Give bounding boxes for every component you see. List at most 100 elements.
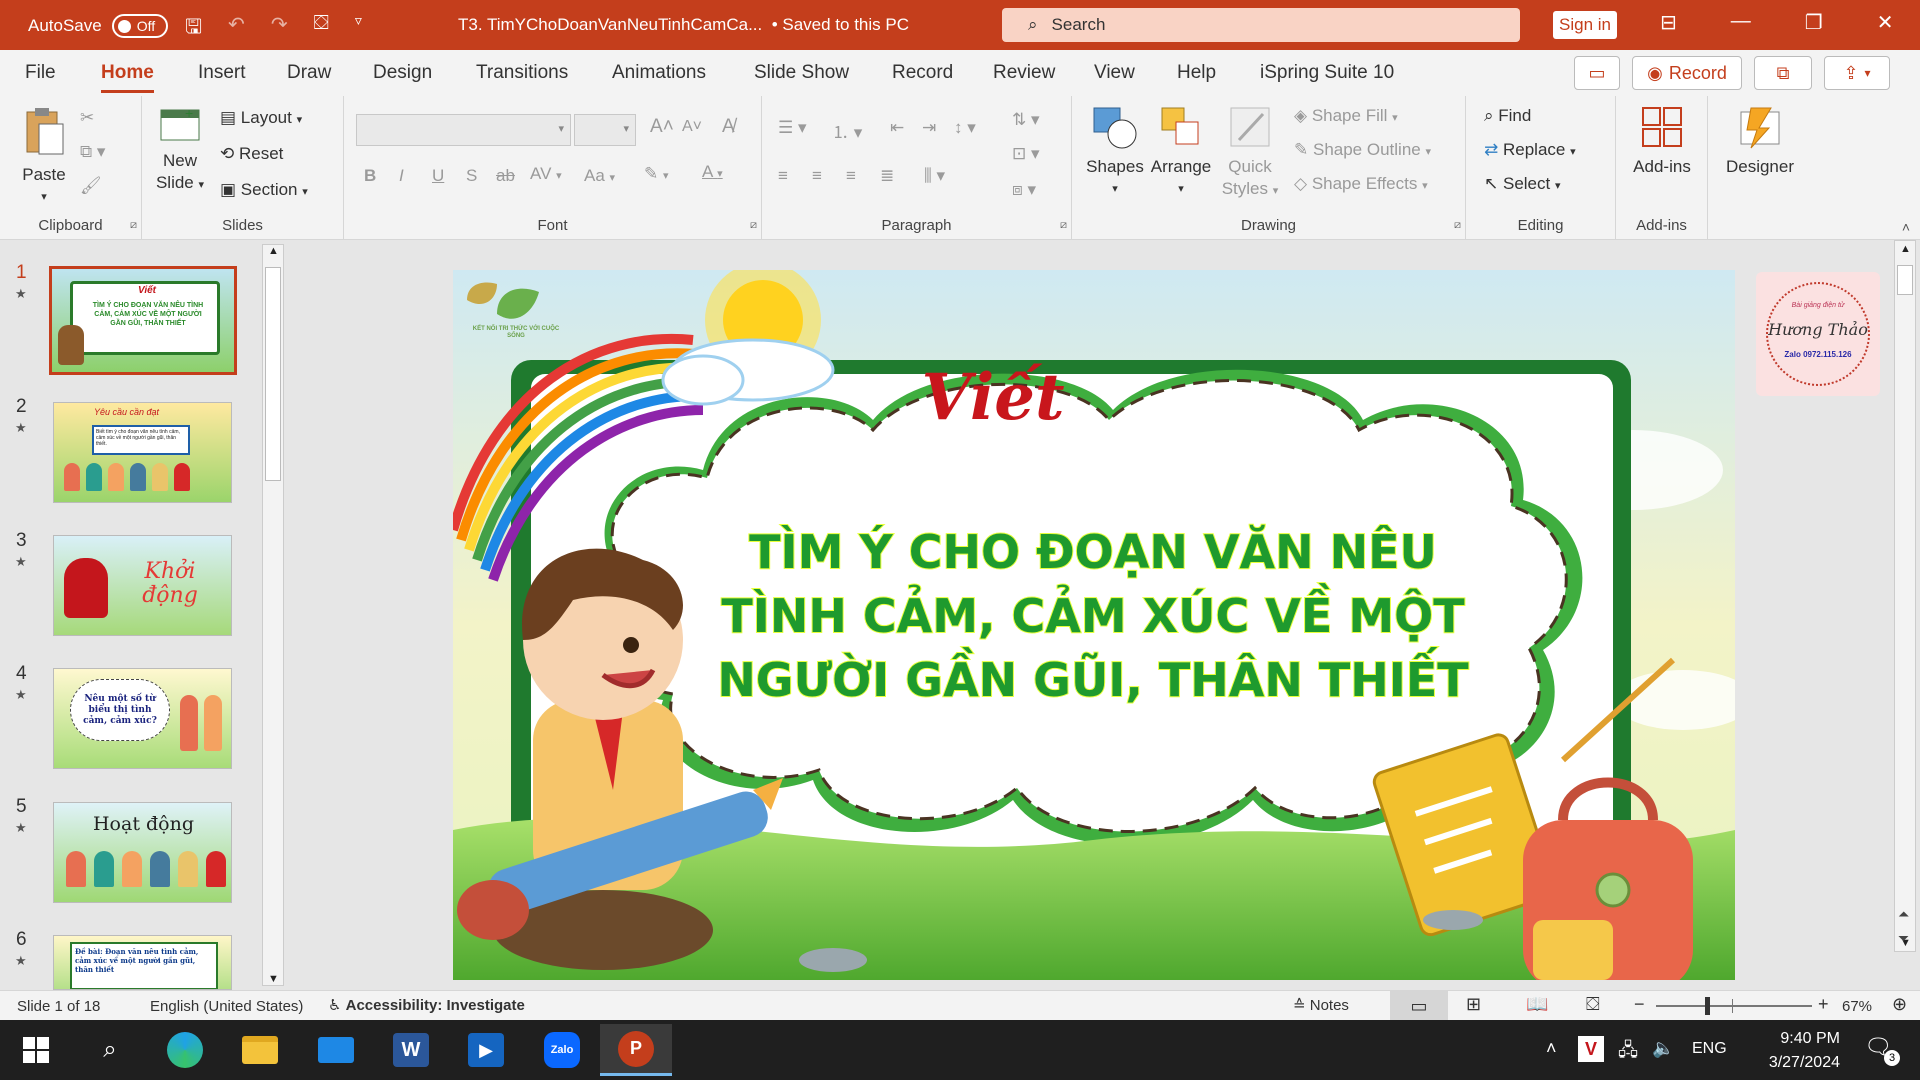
clock[interactable]: 9:40 PM 3/27/2024 (1752, 1027, 1840, 1075)
char-spacing-button[interactable]: AV ▾ (530, 164, 562, 184)
tab-design[interactable]: Design (373, 62, 432, 84)
shadow-button[interactable]: S (466, 166, 477, 186)
justify-icon[interactable]: ≣ (880, 166, 894, 186)
bullets-icon[interactable]: ☰ ▾ (778, 118, 807, 138)
media-player-icon[interactable]: ▶ (460, 1028, 512, 1072)
drawing-launcher-icon[interactable]: ⧄ (1454, 219, 1461, 232)
word-icon[interactable]: W (385, 1028, 437, 1072)
tab-animations[interactable]: Animations (612, 62, 706, 84)
text-direction-icon[interactable]: ⇅ ▾ (1012, 110, 1040, 130)
change-case-button[interactable]: Aa ▾ (584, 166, 615, 186)
tab-home[interactable]: Home (101, 62, 154, 93)
scroll-down-icon[interactable]: ▼ (268, 973, 279, 985)
tab-slide-show[interactable]: Slide Show (754, 62, 849, 84)
new-slide-button[interactable]: + New Slide ▾ (152, 104, 208, 196)
volume-icon[interactable]: 🔈 (1652, 1038, 1674, 1059)
comments-button[interactable]: ▭ (1574, 56, 1620, 90)
font-color-icon[interactable]: A ▾ (702, 162, 723, 182)
thumbnail-scrollbar[interactable]: ▲ ▼ (262, 244, 284, 986)
undo-icon[interactable]: ↶ (228, 12, 245, 46)
slideshow-view-icon[interactable]: ⛋ (1586, 994, 1600, 1015)
previous-slide-icon[interactable]: ⏶ (1898, 906, 1909, 923)
zalo-icon[interactable]: Zalo (536, 1028, 588, 1072)
slide-title[interactable]: TÌM Ý CHO ĐOẠN VĂN NÊU TÌNH CẢM, CẢM XÚC… (673, 520, 1513, 712)
slide-thumbnail-3[interactable]: Khởi động (53, 535, 232, 636)
decrease-indent-icon[interactable]: ⇤ (890, 118, 904, 138)
zoom-slider[interactable] (1656, 997, 1812, 1015)
record-button[interactable]: ◉ Record (1632, 56, 1742, 90)
copy-icon[interactable]: ⧉ ▾ (80, 142, 105, 162)
align-text-icon[interactable]: ⊡ ▾ (1012, 144, 1040, 164)
normal-view-icon[interactable]: ▭ (1390, 991, 1448, 1021)
quick-styles-button[interactable]: Quick Styles ▾ (1220, 104, 1280, 202)
clear-formatting-icon[interactable]: A̸ (722, 116, 735, 138)
autosave[interactable]: AutoSave Off (28, 14, 168, 38)
redo-icon[interactable]: ↷ (271, 12, 288, 46)
align-center-icon[interactable]: ≡ (812, 166, 822, 186)
numbering-icon[interactable]: ⒈ ▾ (832, 118, 862, 143)
next-slide-icon[interactable]: ⏷ (1898, 930, 1909, 947)
select-button[interactable]: ↖ Select ▾ (1484, 174, 1561, 194)
collapse-ribbon-icon[interactable]: ˄ (1902, 219, 1910, 235)
sign-in-button[interactable]: Sign in (1553, 11, 1617, 39)
minimize-icon[interactable]: — (1731, 10, 1751, 35)
start-button[interactable] (10, 1028, 62, 1072)
customize-qat-icon[interactable]: ▿ (355, 12, 362, 46)
share-button[interactable]: ⇪ ▾ (1824, 56, 1890, 90)
section-button[interactable]: ▣ Section ▾ (220, 180, 308, 200)
align-right-icon[interactable]: ≡ (846, 166, 856, 186)
autosave-toggle[interactable]: Off (111, 14, 168, 38)
line-spacing-icon[interactable]: ↕ ▾ (954, 118, 976, 138)
paste-button[interactable]: Paste ▾ (14, 104, 74, 208)
fit-to-window-icon[interactable]: ⊕ (1892, 994, 1907, 1015)
ribbon-display-icon[interactable]: ⊟ (1660, 10, 1677, 35)
highlight-icon[interactable]: ✎ ▾ (644, 164, 669, 184)
slide-thumbnail-4[interactable]: Nêu một số từ biểu thị tình cảm, cảm xúc… (53, 668, 232, 769)
underline-button[interactable]: U (432, 166, 444, 186)
scroll-up-icon[interactable]: ▲ (268, 245, 279, 257)
tab-help[interactable]: Help (1177, 62, 1216, 84)
network-icon[interactable]: 🖧 (1618, 1038, 1638, 1068)
show-hidden-icons[interactable]: ˄ (1546, 1038, 1557, 1059)
zoom-out-icon[interactable]: − (1634, 994, 1645, 1015)
tab-file[interactable]: File (25, 62, 56, 84)
tab-transitions[interactable]: Transitions (476, 62, 568, 84)
font-name-dropdown[interactable]: ▾ (356, 114, 571, 146)
vietkey-icon[interactable]: V (1578, 1036, 1604, 1062)
increase-indent-icon[interactable]: ⇥ (922, 118, 936, 138)
shrink-font-icon[interactable]: A˅ (682, 118, 702, 136)
scroll-up-icon[interactable]: ▲ (1900, 243, 1911, 255)
scroll-thumb[interactable] (1897, 265, 1913, 295)
arrange-button[interactable]: Arrange ▾ (1148, 104, 1214, 200)
current-slide[interactable]: KẾT NỐI TRI THỨC VỚI CUỘC SỐNG Viết TÌM … (453, 270, 1735, 980)
language-indicator[interactable]: English (United States) (150, 998, 303, 1015)
taskbar-search-icon[interactable]: ⌕ (84, 1028, 136, 1072)
smartart-icon[interactable]: ⧈ ▾ (1012, 180, 1036, 200)
scroll-thumb[interactable] (265, 267, 281, 481)
zoom-in-icon[interactable]: + (1818, 994, 1829, 1015)
clipboard-launcher-icon[interactable]: ⧄ (130, 219, 137, 232)
reading-view-icon[interactable]: 📖 (1526, 994, 1548, 1015)
shape-effects-button[interactable]: ◇ Shape Effects ▾ (1294, 174, 1428, 194)
replace-button[interactable]: ⇄ Replace ▾ (1484, 140, 1576, 160)
input-language[interactable]: ENG (1692, 1040, 1727, 1058)
slide-heading[interactable]: Viết (833, 360, 1153, 435)
edge-icon[interactable] (159, 1028, 211, 1072)
slide-thumbnail-1[interactable]: Viết TÌM Ý CHO ĐOẠN VĂN NÊU TÌNH CẢM, CẢ… (49, 266, 237, 375)
font-launcher-icon[interactable]: ⧄ (750, 219, 757, 232)
shape-outline-button[interactable]: ✎ Shape Outline ▾ (1294, 140, 1431, 160)
accessibility-button[interactable]: ♿ Accessibility: Investigate (328, 996, 525, 1014)
slide-thumbnail-6[interactable]: Đề bài: Đoạn văn nêu tình cảm, cảm xúc v… (53, 935, 232, 990)
present-icon[interactable]: ⛋ (314, 12, 329, 46)
zoom-level[interactable]: 67% (1842, 998, 1872, 1015)
tab-view[interactable]: View (1094, 62, 1135, 84)
add-ins-button[interactable]: Add-ins (1628, 104, 1696, 178)
format-painter-icon[interactable]: 🖌 (80, 176, 102, 196)
layout-button[interactable]: ▤ Layout ▾ (220, 108, 302, 128)
save-icon[interactable]: 🖫 (185, 12, 202, 46)
tab-review[interactable]: Review (993, 62, 1055, 84)
align-left-icon[interactable]: ≡ (778, 166, 788, 186)
tab-draw[interactable]: Draw (287, 62, 331, 84)
tab-insert[interactable]: Insert (198, 62, 246, 84)
columns-icon[interactable]: ⫼ ▾ (924, 166, 945, 186)
